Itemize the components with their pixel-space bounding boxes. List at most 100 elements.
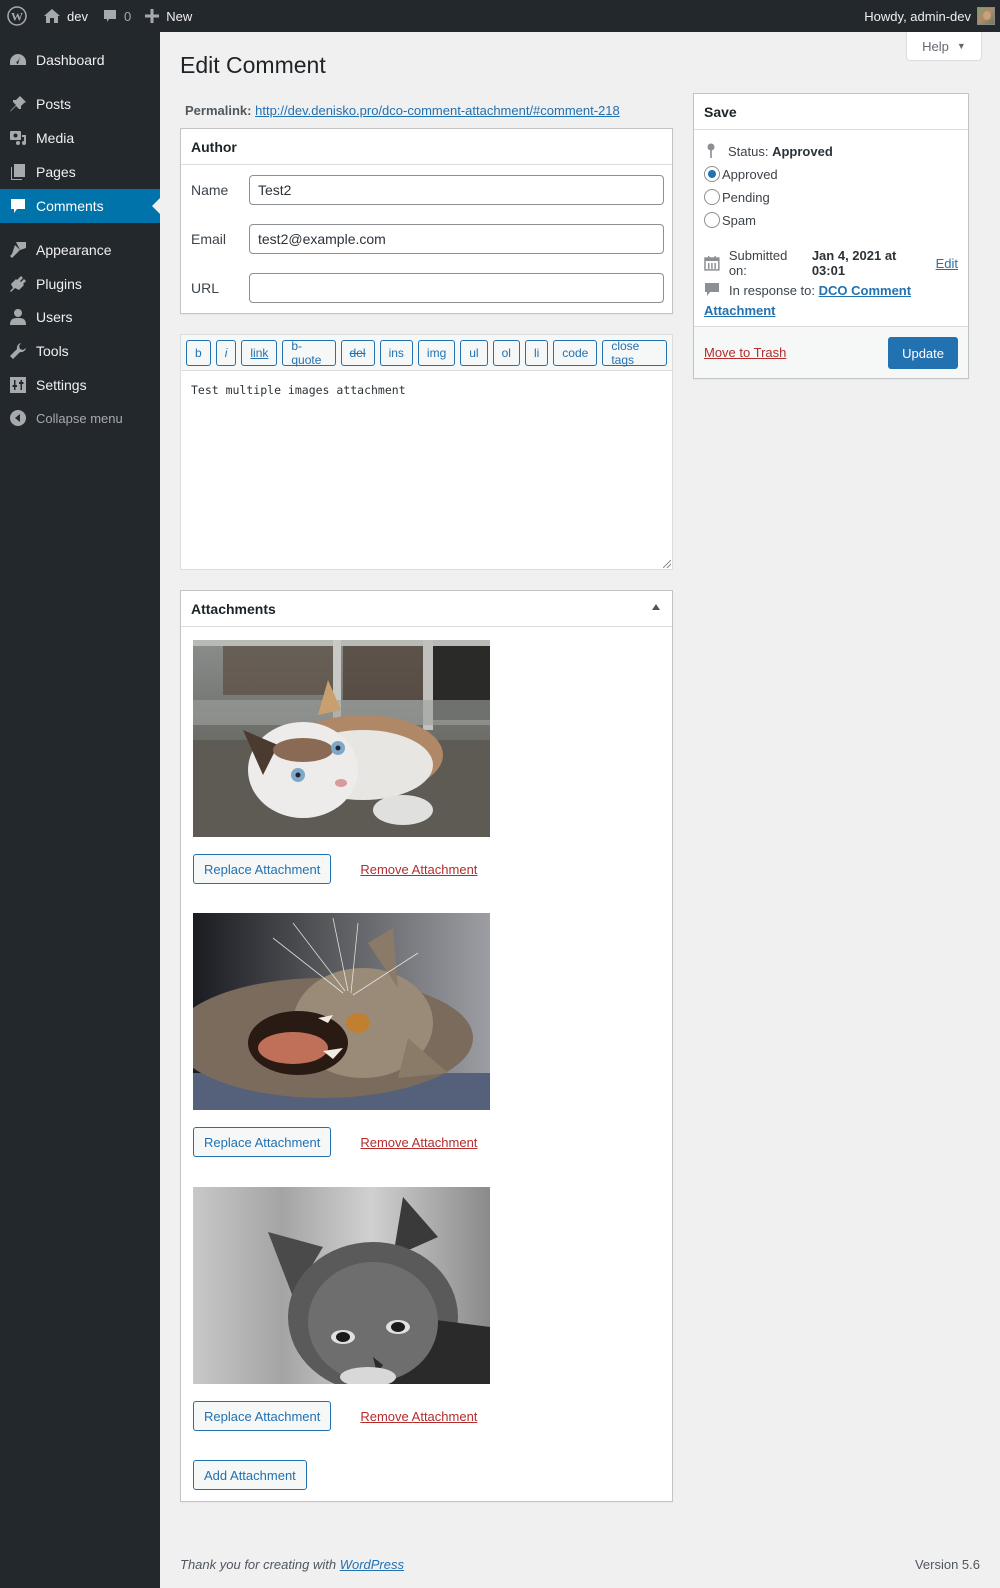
pin-icon bbox=[10, 96, 26, 112]
collapse-icon bbox=[10, 410, 26, 426]
caret-down-icon: ▼ bbox=[956, 41, 966, 51]
sidebar-item-label: Pages bbox=[36, 164, 76, 180]
sidebar-item-appearance[interactable]: Appearance bbox=[0, 233, 160, 267]
quicktags-toolbar: b i link b-quote del ins img ul ol li co… bbox=[181, 335, 672, 371]
sidebar-item-users[interactable]: Users bbox=[0, 300, 160, 334]
email-label: Email bbox=[191, 231, 227, 247]
svg-text:W: W bbox=[11, 10, 23, 24]
approved-radio[interactable] bbox=[704, 166, 720, 182]
comment-icon bbox=[11, 199, 25, 213]
ins-button[interactable]: ins bbox=[379, 340, 413, 366]
wrench-icon bbox=[10, 343, 26, 359]
replace-attachment-button[interactable]: Replace Attachment bbox=[193, 854, 332, 884]
permalink-label: Permalink: bbox=[185, 103, 252, 118]
wordpress-link[interactable]: WordPress bbox=[340, 1557, 404, 1572]
li-button[interactable]: li bbox=[524, 340, 549, 366]
replace-attachment-button[interactable]: Replace Attachment bbox=[193, 1127, 332, 1157]
pending-radio[interactable] bbox=[704, 189, 720, 205]
spam-radio[interactable] bbox=[704, 212, 720, 228]
response-label: In response to: bbox=[729, 283, 815, 298]
url-input[interactable] bbox=[249, 273, 664, 303]
new-content-link[interactable]: New bbox=[138, 0, 199, 32]
link-button[interactable]: link bbox=[241, 340, 278, 366]
sidebar-item-dashboard[interactable]: Dashboard bbox=[0, 43, 160, 77]
collapse-menu-button[interactable]: Collapse menu bbox=[0, 401, 160, 435]
sidebar-item-tools[interactable]: Tools bbox=[0, 334, 160, 368]
del-button[interactable]: del bbox=[340, 340, 375, 366]
update-button[interactable]: Update bbox=[888, 337, 958, 369]
remove-attachment-link[interactable]: Remove Attachment bbox=[360, 1409, 477, 1424]
footer-thanks: Thank you for creating with WordPress bbox=[180, 1557, 404, 1572]
move-to-trash-link[interactable]: Move to Trash bbox=[704, 345, 786, 360]
name-input[interactable]: Test2 bbox=[249, 175, 664, 205]
attachments-box-header: Attachments bbox=[181, 591, 672, 627]
blockquote-button[interactable]: b-quote bbox=[282, 339, 336, 367]
add-attachment-row: Add Attachment bbox=[193, 1460, 307, 1490]
attachment-image-3 bbox=[193, 1187, 490, 1384]
submitted-label: Submitted on: bbox=[728, 248, 788, 278]
edit-date-link[interactable]: Edit bbox=[936, 256, 958, 271]
new-label: New bbox=[166, 8, 193, 24]
wordpress-icon: W bbox=[7, 6, 27, 26]
main-content: Help ▼ Edit Comment Permalink: http://de… bbox=[160, 32, 1000, 1588]
save-box-title: Save bbox=[694, 94, 968, 130]
plus-icon bbox=[145, 9, 160, 23]
help-label: Help bbox=[922, 38, 949, 54]
page-title: Edit Comment bbox=[180, 52, 326, 78]
email-input[interactable]: test2@example.com bbox=[249, 224, 664, 254]
remove-attachment-link[interactable]: Remove Attachment bbox=[360, 1135, 477, 1150]
code-button[interactable]: code bbox=[553, 340, 598, 366]
cat-photo-2 bbox=[193, 913, 490, 1110]
attachment-image-2 bbox=[193, 913, 490, 1110]
in-response-to: In response to: DCO Comment Attachment bbox=[704, 281, 958, 321]
avatar bbox=[977, 7, 995, 25]
sidebar-item-posts[interactable]: Posts bbox=[0, 87, 160, 121]
remove-attachment-link[interactable]: Remove Attachment bbox=[360, 862, 477, 877]
status-option-pending[interactable]: Pending bbox=[704, 189, 770, 205]
help-button[interactable]: Help ▼ bbox=[906, 32, 982, 61]
status-option-approved[interactable]: Approved bbox=[704, 166, 778, 182]
attachment-2-actions: Replace Attachment Remove Attachment bbox=[193, 1127, 477, 1157]
img-button[interactable]: img bbox=[417, 340, 456, 366]
site-name: dev bbox=[67, 8, 88, 24]
attachments-box: Attachments Replace Attachment Remove At… bbox=[180, 590, 673, 1502]
add-attachment-button[interactable]: Add Attachment bbox=[193, 1460, 307, 1490]
sidebar-item-label: Users bbox=[36, 309, 73, 325]
permalink: Permalink: http://dev.denisko.pro/dco-co… bbox=[185, 103, 620, 118]
bold-button[interactable]: b bbox=[186, 340, 211, 366]
save-box: Save Status: Approved Approved Pending S… bbox=[693, 93, 969, 379]
name-label: Name bbox=[191, 182, 229, 198]
ol-button[interactable]: ol bbox=[492, 340, 520, 366]
comment-editor: b i link b-quote del ins img ul ol li co… bbox=[180, 334, 673, 570]
close-tags-button[interactable]: close tags bbox=[602, 339, 667, 367]
user-icon bbox=[10, 309, 26, 325]
sliders-icon bbox=[10, 377, 26, 393]
comments-link[interactable]: 0 bbox=[95, 0, 138, 32]
admin-sidebar: Dashboard Posts Media Pages Comments App… bbox=[0, 32, 160, 1588]
sidebar-item-plugins[interactable]: Plugins bbox=[0, 267, 160, 301]
replace-attachment-button[interactable]: Replace Attachment bbox=[193, 1401, 332, 1431]
collapse-toggle-icon[interactable] bbox=[652, 604, 660, 610]
italic-button[interactable]: i bbox=[215, 340, 237, 366]
sidebar-item-media[interactable]: Media bbox=[0, 121, 160, 155]
sidebar-item-comments[interactable]: Comments bbox=[0, 189, 160, 223]
my-account-link[interactable]: Howdy, admin-dev bbox=[857, 0, 1000, 32]
brush-icon bbox=[10, 242, 26, 258]
site-name-link[interactable]: dev bbox=[36, 0, 95, 32]
permalink-link[interactable]: http://dev.denisko.pro/dco-comment-attac… bbox=[255, 103, 620, 118]
radio-label: Pending bbox=[722, 189, 770, 205]
wordpress-logo-button[interactable]: W bbox=[0, 0, 36, 32]
sidebar-item-settings[interactable]: Settings bbox=[0, 368, 160, 402]
submitted-value: Jan 4, 2021 at 03:01 bbox=[811, 248, 897, 278]
media-icon bbox=[10, 131, 26, 145]
attachment-3-actions: Replace Attachment Remove Attachment bbox=[193, 1401, 477, 1431]
calendar-icon bbox=[704, 256, 720, 271]
major-publishing-actions: Move to Trash Update bbox=[694, 326, 968, 378]
comment-textarea[interactable]: Test multiple images attachment bbox=[181, 371, 672, 409]
resize-handle[interactable] bbox=[663, 560, 671, 568]
ul-button[interactable]: ul bbox=[460, 340, 488, 366]
status-option-spam[interactable]: Spam bbox=[704, 212, 756, 228]
greeting: Howdy, admin-dev bbox=[864, 8, 971, 24]
footer-thanks-text: Thank you for creating with bbox=[180, 1557, 337, 1572]
sidebar-item-pages[interactable]: Pages bbox=[0, 155, 160, 189]
